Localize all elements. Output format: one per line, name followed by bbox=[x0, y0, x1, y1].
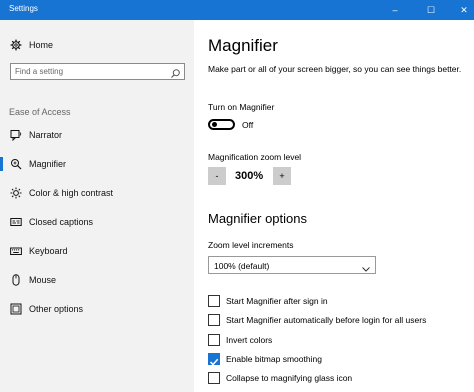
checkbox-label: Start Magnifier after sign in bbox=[226, 296, 328, 306]
checkbox-label: Enable bitmap smoothing bbox=[226, 354, 322, 364]
maximize-button[interactable]: ☐ bbox=[418, 0, 444, 20]
narrator-icon bbox=[10, 129, 22, 141]
section-title: Magnifier options bbox=[208, 211, 307, 226]
sidebar-item-magnifier[interactable]: Magnifier bbox=[0, 153, 194, 175]
sidebar-item-keyboard[interactable]: Keyboard bbox=[0, 240, 194, 262]
mouse-icon bbox=[10, 274, 22, 286]
sidebar: Home Ease of Access Narrator Magnifier C… bbox=[0, 20, 194, 392]
checkbox-label: Start Magnifier automatically before log… bbox=[226, 315, 427, 325]
search-icon[interactable] bbox=[170, 66, 181, 78]
brightness-icon bbox=[10, 187, 22, 199]
window-title: Settings bbox=[9, 4, 38, 13]
toggle-knob bbox=[212, 122, 217, 127]
gear-icon bbox=[10, 39, 22, 51]
other-options-icon bbox=[10, 303, 22, 315]
checkbox[interactable] bbox=[208, 295, 220, 307]
checkbox[interactable] bbox=[208, 353, 220, 366]
sidebar-item-home[interactable]: Home bbox=[0, 34, 194, 56]
checkbox[interactable] bbox=[208, 314, 220, 326]
sidebar-item-label: Other options bbox=[29, 304, 84, 314]
zoom-increments-select[interactable]: 100% (default) bbox=[208, 256, 376, 274]
sidebar-item-label: Narrator bbox=[29, 130, 63, 140]
checkbox[interactable] bbox=[208, 334, 220, 346]
page-title: Magnifier bbox=[208, 36, 278, 55]
sidebar-item-closed-captions[interactable]: Closed captions bbox=[0, 211, 194, 233]
page-description: Make part or all of your screen bigger, … bbox=[208, 64, 462, 74]
sidebar-item-label: Magnifier bbox=[29, 159, 67, 169]
checkbox-label: Collapse to magnifying glass icon bbox=[226, 373, 353, 383]
zoom-level-label: Magnification zoom level bbox=[208, 152, 302, 162]
magnifier-icon bbox=[10, 158, 22, 170]
sidebar-item-label: Closed captions bbox=[29, 217, 94, 227]
zoom-level-value: 300% bbox=[235, 170, 264, 182]
main-content: Magnifier Make part or all of your scree… bbox=[194, 20, 474, 392]
magnifier-toggle[interactable] bbox=[208, 119, 235, 130]
zoom-out-button[interactable]: - bbox=[208, 167, 226, 185]
sidebar-item-label: Color & high contrast bbox=[29, 188, 114, 198]
title-bar: Settings – ☐ ✕ bbox=[0, 0, 474, 20]
minimize-button[interactable]: – bbox=[382, 0, 408, 20]
sidebar-item-label: Mouse bbox=[29, 275, 57, 285]
toggle-state: Off bbox=[242, 120, 254, 130]
section-label: Ease of Access bbox=[9, 107, 71, 117]
checkmark-icon bbox=[209, 358, 219, 366]
sidebar-item-other-options[interactable]: Other options bbox=[0, 298, 194, 320]
sidebar-item-label: Home bbox=[29, 40, 54, 50]
sidebar-item-narrator[interactable]: Narrator bbox=[0, 124, 194, 146]
closed-captions-icon bbox=[10, 216, 22, 228]
sidebar-item-mouse[interactable]: Mouse bbox=[0, 269, 194, 291]
select-value: 100% (default) bbox=[214, 261, 270, 271]
chevron-down-icon bbox=[361, 261, 371, 272]
checkbox[interactable] bbox=[208, 372, 220, 384]
close-button[interactable]: ✕ bbox=[451, 0, 474, 20]
increments-label: Zoom level increments bbox=[208, 240, 294, 250]
zoom-in-button[interactable]: + bbox=[273, 167, 291, 185]
sidebar-item-label: Keyboard bbox=[29, 246, 68, 256]
sidebar-item-color-high-contrast[interactable]: Color & high contrast bbox=[0, 182, 194, 204]
search-box[interactable] bbox=[10, 63, 185, 80]
keyboard-icon bbox=[10, 245, 22, 257]
toggle-label: Turn on Magnifier bbox=[208, 102, 275, 112]
checkbox-label: Invert colors bbox=[226, 335, 273, 345]
search-input[interactable] bbox=[15, 66, 165, 77]
